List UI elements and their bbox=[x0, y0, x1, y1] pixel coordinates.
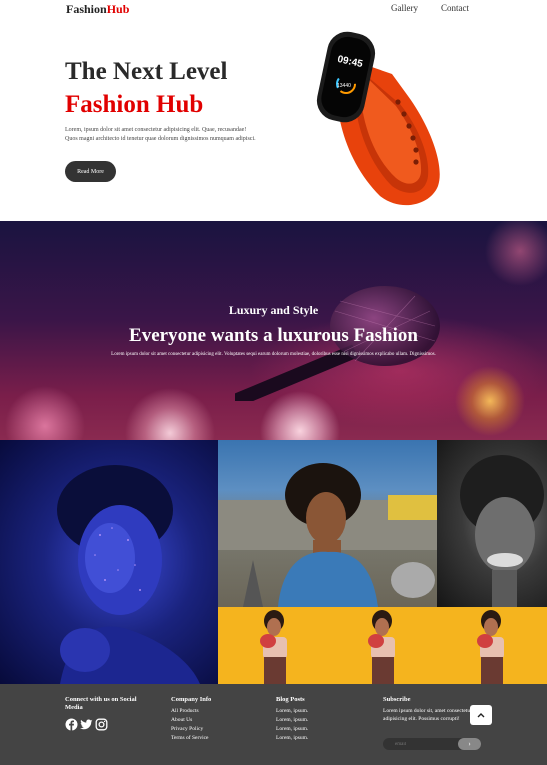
blog-post-link[interactable]: Lorem, ipsum. bbox=[276, 716, 308, 725]
hero-title-line2: Fashion Hub bbox=[65, 91, 204, 118]
luxury-banner: Luxury and Style Everyone wants a luxuro… bbox=[0, 221, 547, 440]
banner-paragraph: Lorem ipsum dolor sit amet consectetur a… bbox=[111, 352, 436, 357]
footer-company-column: Company Info All Products About Us Priva… bbox=[171, 696, 211, 743]
site-logo[interactable]: FashionHub bbox=[66, 2, 129, 17]
subscribe-button[interactable]: › bbox=[458, 738, 481, 750]
twitter-icon[interactable] bbox=[80, 718, 93, 731]
blog-post-link[interactable]: Lorem, ipsum. bbox=[276, 734, 308, 743]
footer-link-privacy-policy[interactable]: Privacy Policy bbox=[171, 725, 211, 734]
hero-title-line1: The Next Level bbox=[65, 58, 228, 85]
blog-post-link[interactable]: Lorem, ipsum. bbox=[276, 725, 308, 734]
footer-link-terms-of-service[interactable]: Terms of Service bbox=[171, 734, 211, 743]
facebook-icon[interactable] bbox=[65, 718, 78, 731]
gallery-photo-yellow-2[interactable] bbox=[328, 607, 437, 684]
nav-link-gallery[interactable]: Gallery bbox=[391, 3, 418, 13]
logo-accent: Hub bbox=[106, 2, 130, 16]
chevron-up-icon bbox=[477, 713, 485, 718]
read-more-button[interactable]: Read More bbox=[65, 161, 116, 182]
scroll-to-top-button[interactable] bbox=[470, 705, 492, 725]
footer-social-column: Connect with us on Social Media bbox=[65, 696, 155, 712]
banner-title: Everyone wants a luxurous Fashion bbox=[129, 325, 418, 346]
subscribe-heading: Subscribe bbox=[383, 696, 411, 703]
gallery-photo-yellow-3[interactable] bbox=[437, 607, 547, 684]
watch-steps: 13440 bbox=[337, 83, 351, 89]
footer-subscribe-column: Subscribe Lorem ipsum dolor sit, amet co… bbox=[383, 696, 481, 723]
footer-blog-column: Blog Posts Lorem, ipsum. Lorem, ipsum. L… bbox=[276, 696, 308, 743]
blog-post-link[interactable]: Lorem, ipsum. bbox=[276, 707, 308, 716]
gallery-photo-bw-portrait[interactable] bbox=[437, 440, 547, 607]
gallery-photo-glitter-portrait[interactable] bbox=[0, 440, 218, 684]
photo-gallery bbox=[0, 440, 547, 684]
company-info-heading: Company Info bbox=[171, 696, 212, 703]
footer-link-all-products[interactable]: All Products bbox=[171, 707, 211, 716]
blog-posts-heading: Blog Posts bbox=[276, 696, 305, 703]
hero-section: The Next Level Fashion Hub Lorem, ipsum … bbox=[0, 20, 547, 220]
nav-link-contact[interactable]: Contact bbox=[441, 3, 469, 13]
footer-link-about-us[interactable]: About Us bbox=[171, 716, 211, 725]
subscribe-text: Lorem ipsum dolor sit, amet consectetur … bbox=[383, 708, 472, 722]
social-links bbox=[65, 718, 108, 731]
smartwatch-image: 09:45 13440 bbox=[316, 31, 440, 206]
navbar: FashionHub Gallery Contact bbox=[0, 0, 547, 20]
gallery-photo-smiling-woman[interactable] bbox=[218, 440, 437, 607]
footer-social-heading: Connect with us on Social Media bbox=[65, 696, 137, 711]
gallery-photo-yellow-1[interactable] bbox=[218, 607, 328, 684]
instagram-icon[interactable] bbox=[95, 718, 108, 731]
logo-main: Fashion bbox=[66, 2, 107, 16]
banner-subtitle: Luxury and Style bbox=[228, 303, 319, 317]
hero-paragraph: Lorem, ipsum dolor sit amet consectetur … bbox=[65, 127, 256, 142]
site-footer: Connect with us on Social Media Company … bbox=[0, 684, 547, 765]
